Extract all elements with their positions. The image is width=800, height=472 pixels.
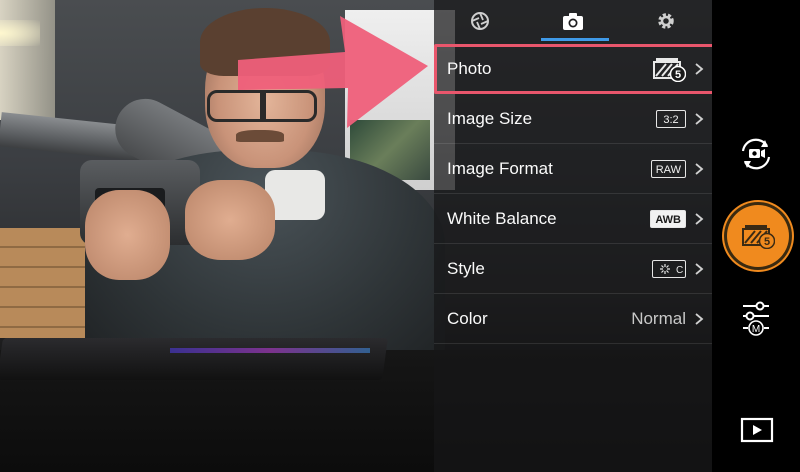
aperture-icon [471, 12, 489, 30]
image-size-value: 3:2 [656, 109, 686, 128]
white-balance-value: AWB [650, 209, 686, 228]
burst-mode-icon: 5 [742, 225, 775, 249]
image-size-badge: 3:2 [656, 109, 686, 128]
menu-label-style: Style [447, 258, 485, 278]
chevron-right-icon [695, 212, 704, 225]
shutter-button[interactable]: 5 [727, 205, 789, 267]
photo-row-highlight-box [434, 44, 718, 94]
white-balance-badge: AWB [650, 209, 686, 228]
style-icon: C [652, 259, 686, 278]
image-format-badge: RAW [650, 159, 686, 178]
menu-row-style[interactable]: Style C [434, 244, 712, 294]
color-value: Normal [631, 308, 686, 328]
color-value-wrap: Normal [631, 309, 686, 329]
manual-settings-button[interactable]: M [738, 300, 774, 340]
style-letter: C [676, 265, 683, 276]
style-sparkle-icon: C [660, 263, 683, 276]
switch-mode-button[interactable] [736, 136, 776, 172]
manual-badge: M [752, 324, 760, 335]
menu-row-color[interactable]: Color Normal [434, 294, 712, 344]
playback-button[interactable] [740, 416, 774, 444]
tab-aperture[interactable] [434, 0, 526, 42]
camera-control-rail: 5 M [712, 0, 800, 472]
active-tab-indicator [541, 38, 609, 41]
playback-icon [740, 417, 774, 443]
chevron-right-icon [695, 162, 704, 175]
menu-row-image-size[interactable]: Image Size 3:2 [434, 94, 712, 144]
menu-label-image-format: Image Format [447, 158, 553, 178]
manual-sliders-icon: M [743, 301, 769, 336]
menu-row-white-balance[interactable]: White Balance AWB [434, 194, 712, 244]
style-value: C [652, 259, 686, 278]
chevron-right-icon [695, 312, 704, 325]
image-format-value: RAW [650, 159, 686, 178]
settings-tab-bar [434, 0, 712, 42]
tab-camera[interactable] [527, 0, 619, 42]
chevron-right-icon [695, 262, 704, 275]
camera-switch-icon [741, 138, 771, 170]
tab-settings[interactable] [620, 0, 712, 42]
camera-icon [563, 13, 583, 30]
gear-icon [658, 13, 674, 29]
menu-label-image-size: Image Size [447, 108, 533, 128]
shutter-burst-count: 5 [764, 236, 770, 248]
menu-row-image-format[interactable]: Image Format RAW [434, 144, 712, 194]
chevron-right-icon [695, 112, 704, 125]
menu-label-color: Color [447, 308, 488, 328]
menu-label-white-balance: White Balance [447, 208, 557, 228]
